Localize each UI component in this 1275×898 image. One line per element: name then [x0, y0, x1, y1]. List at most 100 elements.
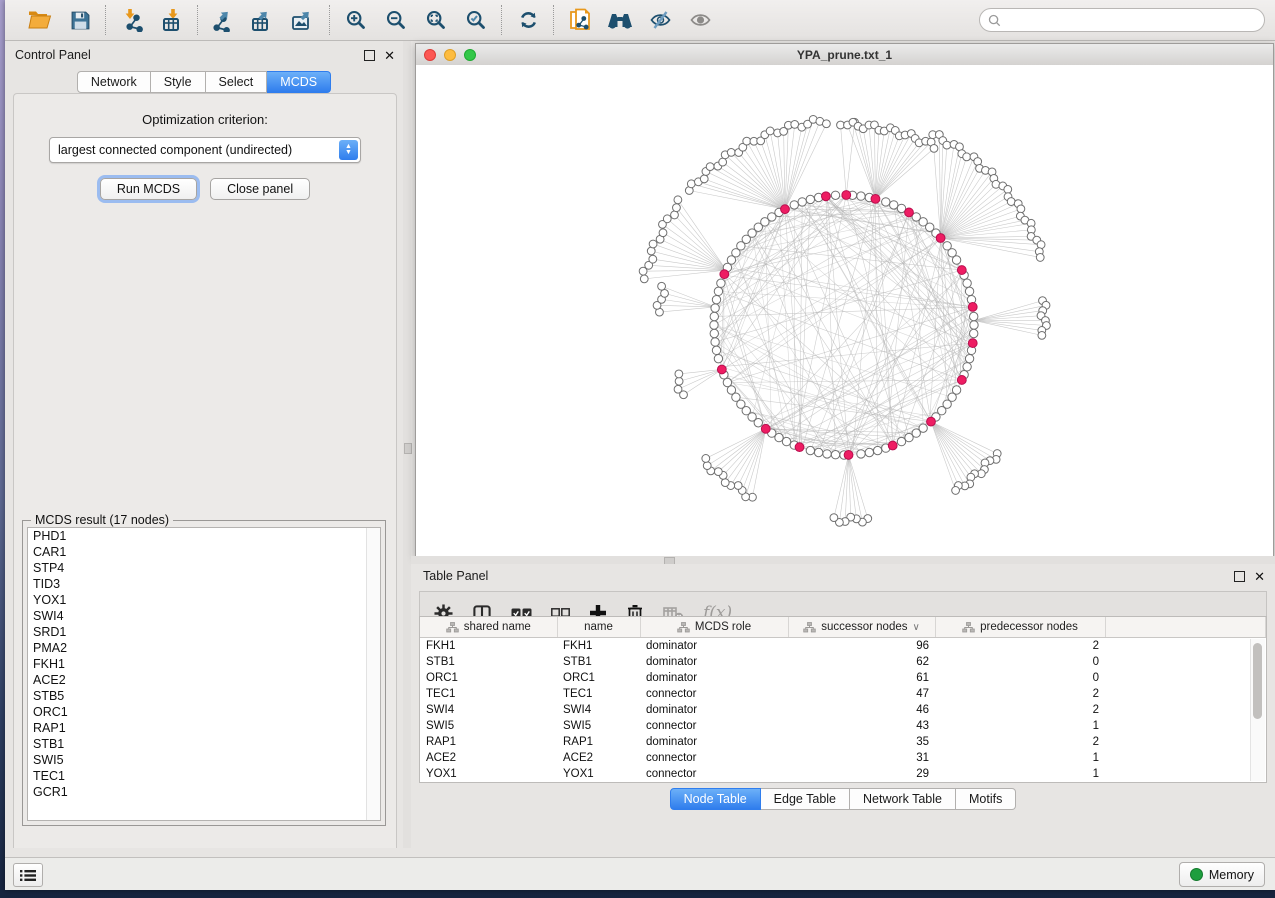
- tab-network-table[interactable]: Network Table: [850, 788, 956, 810]
- mcds-node-item[interactable]: TID3: [28, 576, 380, 592]
- import-table-icon[interactable]: [159, 7, 185, 33]
- mcds-node-item[interactable]: RAP1: [28, 720, 380, 736]
- close-table-panel-icon[interactable]: ✕: [1254, 570, 1265, 583]
- float-table-panel-icon[interactable]: [1234, 571, 1245, 582]
- vertical-split-divider[interactable]: [403, 41, 411, 848]
- table-panel: Table Panel ✕ f(x) shared namenameMCDS r…: [411, 564, 1275, 848]
- mcds-node-item[interactable]: PHD1: [28, 528, 380, 544]
- zoom-selected-icon[interactable]: [463, 7, 489, 33]
- hierarchy-icon: [446, 622, 459, 633]
- mcds-node-item[interactable]: CAR1: [28, 544, 380, 560]
- control-panel: Control Panel ✕ NetworkStyleSelectMCDS O…: [5, 41, 403, 848]
- mcds-node-item[interactable]: FKH1: [28, 656, 380, 672]
- zoom-fit-icon[interactable]: [423, 7, 449, 33]
- import-network-icon[interactable]: [119, 7, 145, 33]
- control-panel-title: Control Panel: [15, 48, 91, 62]
- divider-grip[interactable]: [404, 443, 412, 454]
- mcds-node-item[interactable]: YOX1: [28, 592, 380, 608]
- tab-network[interactable]: Network: [77, 71, 151, 93]
- column-header-name[interactable]: name: [557, 617, 640, 638]
- tab-edge-table[interactable]: Edge Table: [761, 788, 850, 810]
- memory-button[interactable]: Memory: [1179, 862, 1265, 887]
- search-input[interactable]: [1001, 12, 1256, 28]
- mcds-node-item[interactable]: TEC1: [28, 768, 380, 784]
- mcds-tab-body: Optimization criterion: largest connecte…: [13, 93, 397, 848]
- mcds-node-item[interactable]: STP4: [28, 560, 380, 576]
- hide-selected-icon[interactable]: [647, 7, 673, 33]
- optimization-criterion-dropdown[interactable]: largest connected component (undirected)…: [49, 137, 361, 163]
- hierarchy-icon: [677, 622, 690, 633]
- status-bar: Memory: [5, 857, 1275, 890]
- show-selected-icon[interactable]: [687, 7, 713, 33]
- tab-mcds[interactable]: MCDS: [267, 71, 331, 93]
- cytoscape-window: Control Panel ✕ NetworkStyleSelectMCDS O…: [5, 0, 1275, 890]
- column-header-predecessor-nodes[interactable]: predecessor nodes: [935, 617, 1105, 638]
- table-row[interactable]: PHD1PHD1dominator180: [420, 782, 1266, 783]
- table-row[interactable]: FKH1FKH1dominator962: [420, 638, 1266, 655]
- save-session-icon[interactable]: [67, 7, 93, 33]
- table-row[interactable]: RAP1RAP1dominator352: [420, 734, 1266, 750]
- tab-style[interactable]: Style: [151, 71, 206, 93]
- zoom-out-icon[interactable]: [383, 7, 409, 33]
- refresh-layout-icon[interactable]: [515, 7, 541, 33]
- column-header-shared-name[interactable]: shared name: [420, 617, 557, 638]
- float-panel-icon[interactable]: [364, 50, 375, 61]
- mcds-node-item[interactable]: SWI5: [28, 752, 380, 768]
- mcds-result-group: MCDS result (17 nodes) PHD1CAR1STP4TID3Y…: [22, 520, 386, 826]
- mcds-node-item[interactable]: SRD1: [28, 624, 380, 640]
- tab-motifs[interactable]: Motifs: [956, 788, 1016, 810]
- search-binoculars-icon[interactable]: [607, 7, 633, 33]
- mcds-node-item[interactable]: GCR1: [28, 784, 380, 800]
- open-file-icon[interactable]: [27, 7, 53, 33]
- column-header-MCDS-role[interactable]: MCDS role: [640, 617, 788, 638]
- network-view-window: YPA_prune.txt_1: [415, 43, 1274, 558]
- column-header-empty: [1105, 617, 1266, 638]
- sort-desc-icon: ∨: [912, 622, 919, 633]
- memory-label: Memory: [1209, 868, 1254, 882]
- table-row[interactable]: YOX1YOX1connector291: [420, 766, 1266, 782]
- table-row[interactable]: SWI5SWI5connector431: [420, 718, 1266, 734]
- table-row[interactable]: ORC1ORC1dominator610: [420, 670, 1266, 686]
- mcds-node-item[interactable]: STB5: [28, 688, 380, 704]
- export-document-icon[interactable]: [567, 7, 593, 33]
- hierarchy-icon: [962, 622, 975, 633]
- table-row[interactable]: ACE2ACE2connector311: [420, 750, 1266, 766]
- mcds-node-item[interactable]: SWI4: [28, 608, 380, 624]
- network-window-titlebar[interactable]: YPA_prune.txt_1: [416, 44, 1273, 66]
- zoom-in-icon[interactable]: [343, 7, 369, 33]
- hierarchy-icon: [803, 622, 816, 633]
- control-panel-tabs: NetworkStyleSelectMCDS: [5, 71, 403, 93]
- table-row[interactable]: SWI4SWI4dominator462: [420, 702, 1266, 718]
- horizontal-split-divider[interactable]: [411, 556, 1275, 564]
- task-history-button[interactable]: [13, 863, 43, 887]
- close-panel-button[interactable]: Close panel: [210, 178, 310, 200]
- table-tabs: Node TableEdge TableNetwork TableMotifs: [670, 788, 1017, 810]
- memory-status-icon: [1190, 868, 1203, 881]
- run-mcds-button[interactable]: Run MCDS: [100, 178, 197, 200]
- tab-node-table[interactable]: Node Table: [670, 788, 761, 810]
- export-image-icon[interactable]: [291, 7, 317, 33]
- network-canvas[interactable]: [416, 65, 1273, 557]
- mcds-node-item[interactable]: ACE2: [28, 672, 380, 688]
- table-row[interactable]: TEC1TEC1connector472: [420, 686, 1266, 702]
- export-table-icon[interactable]: [251, 7, 277, 33]
- mcds-node-item[interactable]: ORC1: [28, 704, 380, 720]
- close-panel-icon[interactable]: ✕: [384, 49, 395, 62]
- node-table: shared namenameMCDS rolesuccessor nodes∨…: [419, 616, 1267, 783]
- network-graph[interactable]: [416, 65, 1273, 557]
- mcds-node-item[interactable]: PMA2: [28, 640, 380, 656]
- network-window-title: YPA_prune.txt_1: [416, 48, 1273, 62]
- dropdown-stepper-icon: ▲▼: [339, 140, 358, 160]
- mcds-list-scrollbar[interactable]: [366, 528, 380, 820]
- table-scrollbar-thumb[interactable]: [1253, 643, 1262, 719]
- search-icon: [988, 14, 1001, 27]
- mcds-node-item[interactable]: STB1: [28, 736, 380, 752]
- mcds-result-title: MCDS result (17 nodes): [31, 513, 173, 527]
- export-network-icon[interactable]: [211, 7, 237, 33]
- search-box[interactable]: [979, 8, 1265, 32]
- mcds-result-list[interactable]: PHD1CAR1STP4TID3YOX1SWI4SRD1PMA2FKH1ACE2…: [27, 527, 381, 821]
- tab-select[interactable]: Select: [206, 71, 268, 93]
- table-row[interactable]: STB1STB1dominator620: [420, 654, 1266, 670]
- column-header-successor-nodes[interactable]: successor nodes∨: [788, 617, 935, 638]
- table-scrollbar[interactable]: [1250, 639, 1265, 781]
